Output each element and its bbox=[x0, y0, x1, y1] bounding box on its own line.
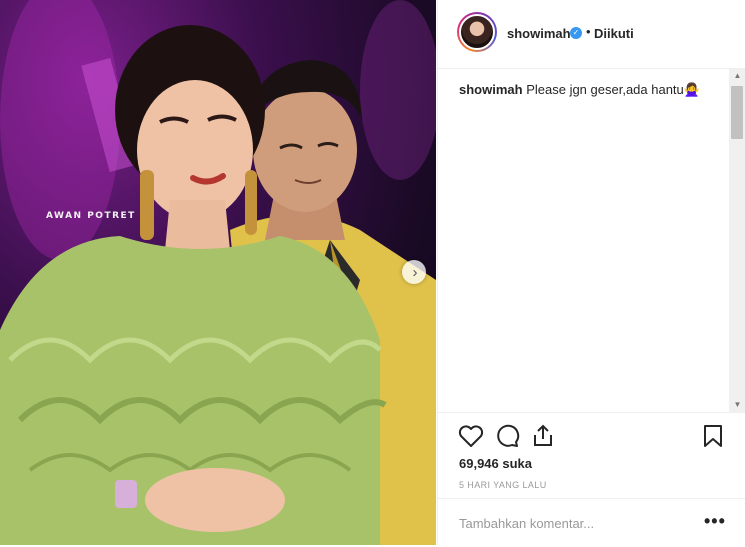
separator-dot: • bbox=[586, 24, 591, 39]
post-photo[interactable]: AWAN POTRET › bbox=[0, 0, 436, 545]
follow-status-button[interactable]: Diikuti bbox=[594, 26, 634, 41]
comments-scrollbar[interactable]: ▲ ▼ bbox=[729, 69, 745, 412]
bookmark-icon[interactable] bbox=[703, 424, 723, 448]
share-icon[interactable] bbox=[532, 424, 554, 448]
verified-badge-icon: ✓ bbox=[570, 27, 582, 39]
add-comment-bar: ••• bbox=[438, 498, 745, 547]
avatar[interactable] bbox=[457, 12, 497, 52]
header-username[interactable]: showimah bbox=[507, 26, 571, 41]
caption: showimah Please jgn geser,ada hantu🙅‍♀️ bbox=[459, 81, 729, 99]
likes-count[interactable]: 69,946 suka bbox=[459, 456, 532, 471]
comment-bubble-icon[interactable] bbox=[495, 424, 520, 448]
scroll-down-arrow-icon[interactable]: ▼ bbox=[729, 398, 745, 412]
post-header: showimah ✓ • Diikuti bbox=[438, 0, 745, 69]
scroll-thumb[interactable] bbox=[731, 86, 743, 139]
more-options-button[interactable]: ••• bbox=[704, 511, 726, 532]
heart-icon[interactable] bbox=[458, 424, 484, 448]
caption-username[interactable]: showimah bbox=[459, 82, 523, 97]
post-timestamp[interactable]: 5 HARI YANG LALU bbox=[459, 480, 547, 490]
photo-illustration bbox=[0, 0, 436, 545]
comment-input[interactable] bbox=[457, 513, 691, 533]
scroll-up-arrow-icon[interactable]: ▲ bbox=[729, 69, 745, 83]
caption-text: Please jgn geser,ada hantu🙅‍♀️ bbox=[526, 82, 700, 97]
chevron-right-icon: › bbox=[412, 263, 418, 281]
post-actions: 69,946 suka 5 HARI YANG LALU ••• bbox=[438, 412, 745, 546]
photo-watermark: AWAN POTRET bbox=[46, 211, 136, 221]
next-photo-button[interactable]: › bbox=[402, 260, 426, 284]
post-sidebar: showimah ✓ • Diikuti showimah Please jgn… bbox=[437, 0, 745, 545]
instagram-post: AWAN POTRET › showimah ✓ • Diikuti showi… bbox=[0, 0, 745, 545]
comments-area: showimah Please jgn geser,ada hantu🙅‍♀️ bbox=[438, 69, 734, 412]
